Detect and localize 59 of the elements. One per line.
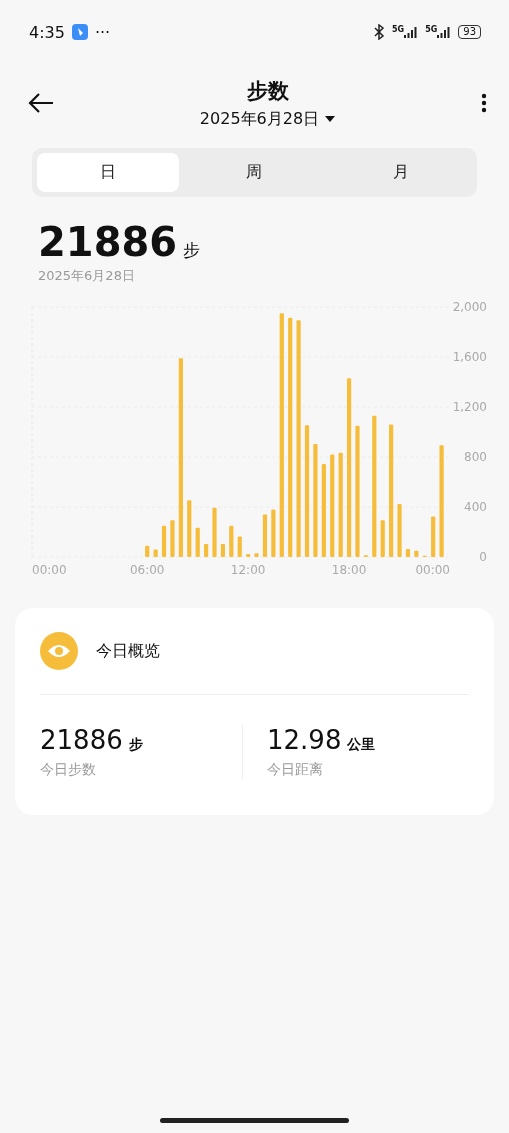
step-bar	[397, 503, 402, 557]
step-bar	[414, 550, 419, 557]
step-bar	[204, 543, 209, 557]
y-axis-label: 800	[464, 450, 487, 464]
signal-icon	[404, 26, 419, 38]
step-bar	[212, 507, 217, 557]
y-axis-label: 1,600	[452, 350, 487, 364]
step-bar	[405, 548, 411, 557]
step-bar	[145, 545, 150, 557]
step-bar	[170, 520, 175, 557]
stat-value: 12.98	[267, 725, 342, 755]
step-bar	[153, 549, 158, 557]
step-bar	[380, 520, 385, 557]
y-axis-label: 2,000	[452, 300, 487, 314]
step-unit: 步	[183, 239, 201, 262]
step-bar	[220, 543, 225, 557]
stat-label: 今日步数	[40, 761, 97, 779]
step-bar	[161, 525, 167, 557]
caret-icon[interactable]	[325, 116, 336, 122]
x-axis-label: 06:00	[129, 563, 165, 577]
step-bar	[262, 514, 268, 557]
stat-unit: 步	[128, 736, 143, 754]
period-tab[interactable]: 周	[183, 153, 326, 192]
more-menu-icon[interactable]	[481, 93, 487, 113]
x-axis-label: 12:00	[230, 563, 266, 577]
step-bar	[187, 500, 192, 557]
clock-time: 4:35	[29, 22, 65, 42]
stat-value: 21886	[40, 725, 123, 755]
x-axis-label: 18:00	[331, 563, 367, 577]
period-tab[interactable]: 日	[37, 153, 180, 192]
period-tab[interactable]: 月	[329, 153, 472, 192]
more-notifications: ···	[94, 22, 111, 42]
y-axis-label: 1,200	[452, 400, 487, 414]
network-label: 5G	[425, 24, 438, 34]
back-arrow-icon[interactable]	[28, 93, 54, 113]
card-title: 今日概览	[96, 640, 160, 662]
step-bar	[254, 553, 259, 557]
x-axis-label: 00:00	[32, 563, 67, 577]
x-axis-label: 00:00	[415, 563, 450, 577]
step-bar	[229, 525, 234, 557]
app-icon	[71, 24, 88, 40]
y-axis-label: 0	[479, 550, 487, 564]
battery-level: 93	[458, 25, 481, 39]
step-bar	[271, 509, 276, 557]
eye-icon	[40, 632, 78, 670]
network-label: 5G	[392, 24, 405, 34]
step-bar	[431, 516, 436, 557]
date-selector[interactable]: 2025年6月28日	[199, 108, 320, 130]
stat-unit: 公里	[347, 736, 376, 754]
signal-icon	[437, 26, 452, 38]
step-count: 21886	[38, 219, 178, 265]
page-title: 步数	[246, 77, 289, 105]
summary-date: 2025年6月28日	[38, 267, 136, 285]
step-bar	[237, 536, 242, 557]
y-axis-label: 400	[464, 500, 487, 514]
bluetooth-icon	[373, 24, 385, 40]
stat-label: 今日距离	[267, 761, 324, 779]
step-bar	[195, 527, 200, 557]
step-bar	[246, 553, 251, 557]
